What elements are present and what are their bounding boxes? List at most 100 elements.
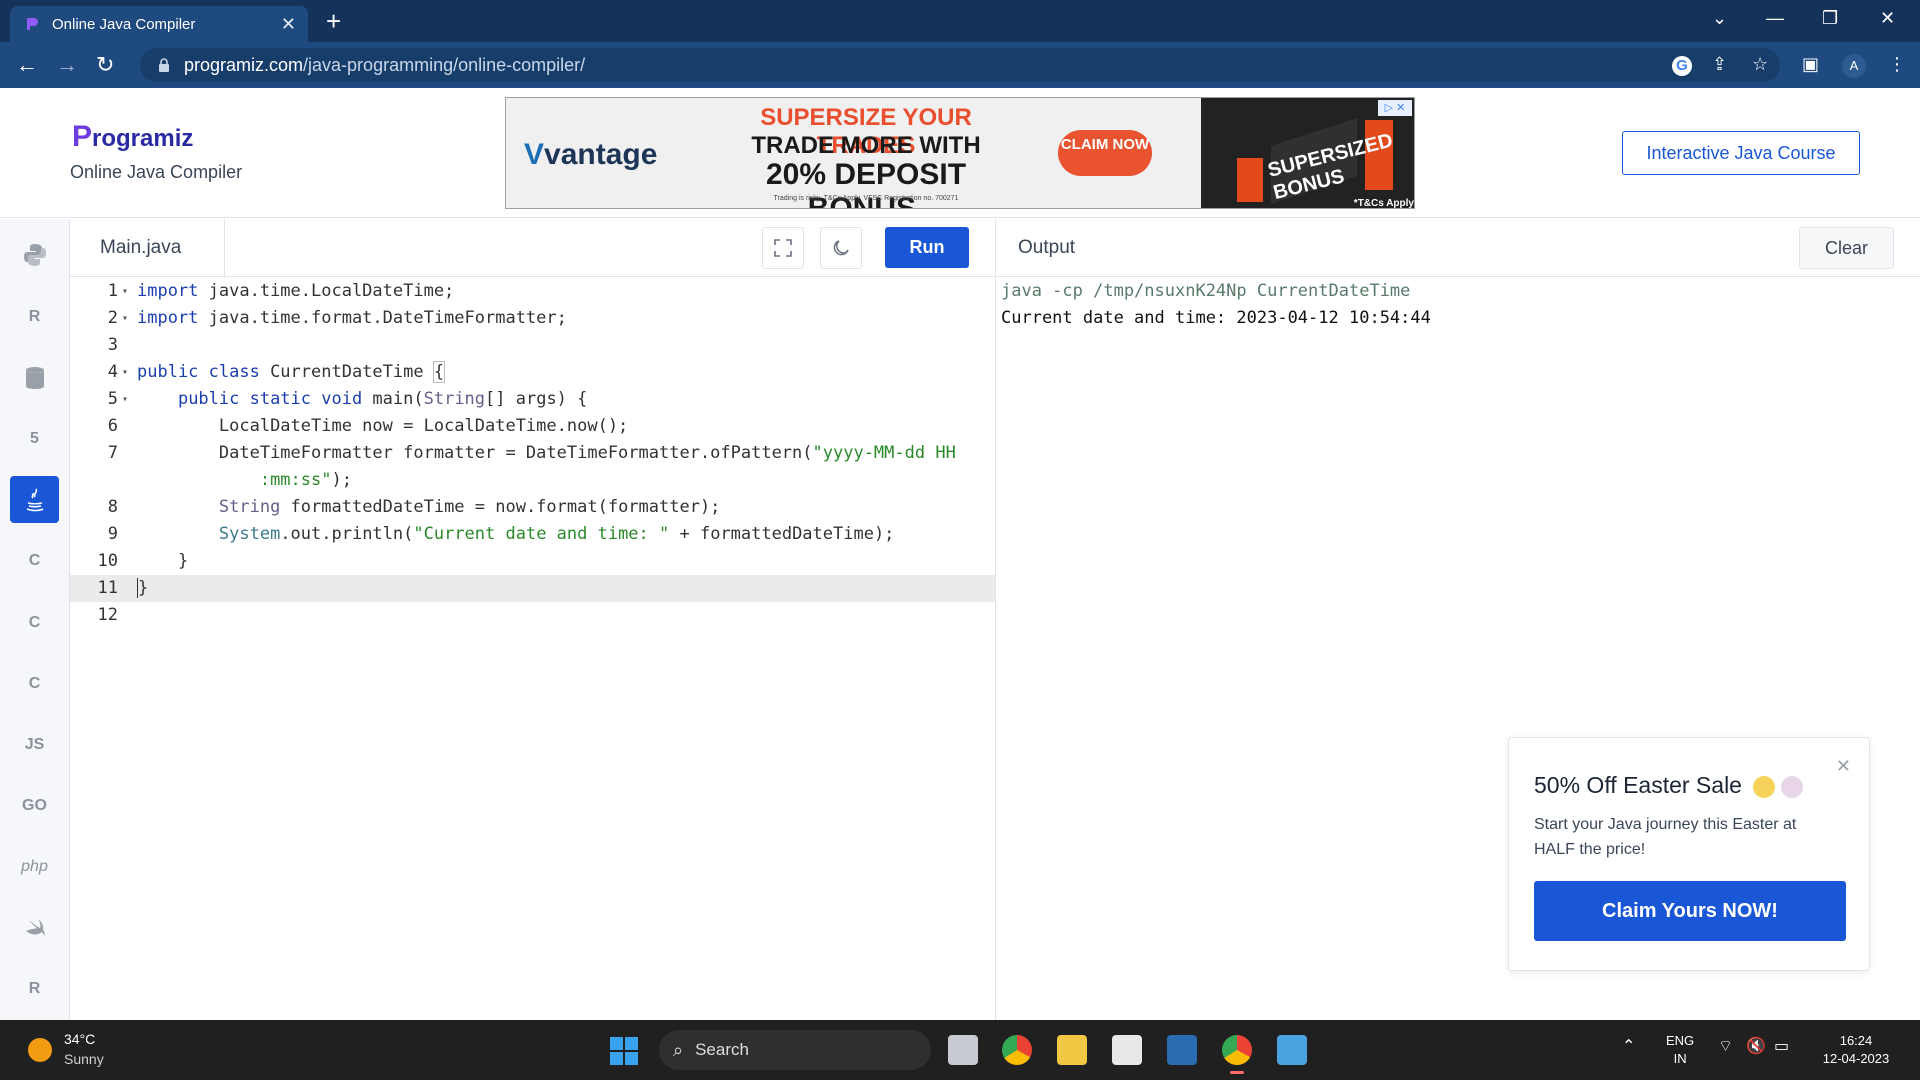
file-explorer-icon[interactable] xyxy=(1057,1035,1087,1065)
ad-claim-button[interactable]: CLAIM NOW xyxy=(1058,130,1152,176)
cpp-language-icon[interactable]: C xyxy=(10,599,59,646)
output-header: Output Clear xyxy=(995,219,1920,277)
battery-icon[interactable]: ▭ xyxy=(1774,1038,1789,1056)
bunny-icon xyxy=(1781,776,1803,798)
run-button[interactable]: Run xyxy=(885,227,969,268)
easter-sale-popup: ✕ 50% Off Easter Sale Start your Java jo… xyxy=(1508,737,1870,971)
google-icon[interactable]: G xyxy=(1672,56,1692,76)
file-tab[interactable]: Main.java xyxy=(70,219,225,277)
fullscreen-icon[interactable] xyxy=(762,227,804,269)
code-line: 6 LocalDateTime now = LocalDateTime.now(… xyxy=(107,416,629,436)
output-command: java -cp /tmp/nsuxnK24Np CurrentDateTime xyxy=(1001,281,1411,301)
swift-icon[interactable] xyxy=(10,904,59,951)
interactive-course-button[interactable]: Interactive Java Course xyxy=(1622,131,1860,175)
wifi-icon[interactable]: ⌔ xyxy=(1718,1038,1733,1056)
sun-icon[interactable] xyxy=(28,1038,52,1062)
windows-start-icon[interactable] xyxy=(610,1037,638,1065)
share-icon[interactable]: ⇪ xyxy=(1712,54,1727,75)
window-close-icon[interactable]: ✕ xyxy=(1880,8,1895,29)
code-line: 12 xyxy=(97,605,118,625)
taskbar-search-label: Search xyxy=(695,1040,749,1059)
notepad-icon[interactable] xyxy=(1277,1035,1307,1065)
browser-toolbar: ← → ↻ programiz.com/java-programming/onl… xyxy=(0,42,1920,88)
java-icon[interactable] xyxy=(10,476,59,523)
weather-condition[interactable]: Sunny xyxy=(64,1051,104,1067)
code-editor[interactable]: 1 ▾ import java.time.LocalDateTime; 2 ▾ impo… xyxy=(70,278,995,1020)
go-language-icon[interactable]: GO xyxy=(10,782,59,829)
code-line: 3 xyxy=(107,335,118,355)
ad-tcs: *T&Cs Apply xyxy=(1353,198,1414,209)
rust-language-icon[interactable]: R xyxy=(10,965,59,1012)
forward-icon[interactable]: → xyxy=(56,52,78,78)
taskbar-search[interactable]: ⌕ Search xyxy=(659,1030,931,1070)
browser-tab[interactable]: Online Java Compiler ✕ xyxy=(10,6,308,42)
dark-mode-icon[interactable] xyxy=(820,227,862,269)
back-icon[interactable]: ← xyxy=(16,52,38,78)
popup-text: Start your Java journey this Easter at H… xyxy=(1534,816,1797,858)
side-panel-icon[interactable]: ▣ xyxy=(1802,54,1819,75)
lock-icon xyxy=(159,58,169,72)
programiz-logo[interactable]: Programiz xyxy=(72,120,193,154)
output-result: Current date and time: 2023-04-12 10:54:… xyxy=(1001,308,1431,328)
weather-temperature[interactable]: 34°C xyxy=(64,1031,95,1047)
task-view-icon[interactable] xyxy=(948,1035,978,1065)
editor-header: Main.java Run xyxy=(70,219,995,277)
javascript-icon[interactable]: JS xyxy=(10,721,59,768)
popup-title: 50% Off Easter Sale xyxy=(1534,772,1742,798)
code-line-active: 11} xyxy=(70,575,995,602)
browser-menu-icon[interactable]: ⋮ xyxy=(1888,54,1906,75)
chrome-profile-icon[interactable] xyxy=(1222,1035,1252,1074)
html5-icon[interactable]: 5 xyxy=(10,415,59,462)
windows-taskbar: 34°C Sunny ⌕ Search ⌃ ENG IN ⌔ 🔇 ▭ 16:24 … xyxy=(0,1020,1920,1080)
code-line: 9 System.out.println("Current date and t… xyxy=(107,524,895,544)
language-indicator[interactable]: ENG IN xyxy=(1666,1032,1694,1068)
ad-fine-print: Trading is risky. T&Cs Apply. VFSC Regis… xyxy=(773,195,959,202)
code-line: 5 ▾ public static void main(String[] args… xyxy=(107,389,588,409)
ad-banner[interactable]: Vvantage SUPERSIZE YOUR TRADES TRADE MOR… xyxy=(505,97,1415,209)
code-line: 8 String formattedDateTime = now.format(… xyxy=(107,497,721,517)
ad-brand: Vvantage xyxy=(524,138,658,171)
search-icon: ⌕ xyxy=(673,1039,684,1060)
chrome-icon[interactable] xyxy=(1002,1035,1032,1065)
code-line: 4 ▾ public class CurrentDateTime { xyxy=(107,361,446,383)
editor-app-icon[interactable] xyxy=(1112,1035,1142,1065)
reload-icon[interactable]: ↻ xyxy=(96,52,114,78)
page-subtitle: Online Java Compiler xyxy=(70,162,243,182)
address-bar[interactable]: programiz.com/java-programming/online-co… xyxy=(140,48,1780,82)
code-line: 7 DateTimeFormatter formatter = DateTime… xyxy=(107,443,956,463)
new-tab-icon[interactable]: + xyxy=(326,6,341,36)
tab-title: Online Java Compiler xyxy=(52,15,196,33)
url-domain: programiz.com xyxy=(184,54,304,75)
r-language-icon[interactable]: R xyxy=(10,293,59,340)
restore-icon[interactable]: ❐ xyxy=(1822,8,1838,29)
bookmark-star-icon[interactable]: ☆ xyxy=(1752,54,1768,75)
minimize-icon[interactable]: — xyxy=(1766,8,1784,29)
php-icon[interactable]: php xyxy=(10,843,59,890)
python-icon[interactable] xyxy=(10,231,59,278)
output-title: Output xyxy=(1018,237,1076,258)
tab-search-icon[interactable]: ⌄ xyxy=(1712,8,1727,29)
code-line: 10 } xyxy=(97,551,189,571)
page-header: Programiz Online Java Compiler Vvantage … xyxy=(0,88,1920,218)
tab-close-icon[interactable]: ✕ xyxy=(281,14,296,35)
volume-muted-icon[interactable]: 🔇 xyxy=(1746,1038,1766,1056)
clock-time: 16:24 xyxy=(1839,1033,1873,1048)
url-path: /java-programming/online-compiler/ xyxy=(303,54,586,75)
programiz-favicon-icon xyxy=(27,18,38,30)
clear-button[interactable]: Clear xyxy=(1799,227,1894,269)
ad-artwork: SUPERSIZED BONUS ▷ ✕ *T&Cs Apply xyxy=(1201,98,1414,209)
ad-line-2: TRADE MORE WITH xyxy=(751,132,981,159)
code-line: 2 ▾ import java.time.format.DateTimeFormat… xyxy=(107,308,567,328)
code-line: 1 ▾ import java.time.LocalDateTime; xyxy=(107,281,455,301)
profile-avatar[interactable]: A xyxy=(1842,54,1866,78)
sql-database-icon[interactable] xyxy=(10,354,59,401)
tray-expand-icon[interactable]: ⌃ xyxy=(1622,1038,1635,1056)
ad-close-icon[interactable]: ▷ ✕ xyxy=(1378,100,1412,116)
csharp-language-icon[interactable]: C xyxy=(10,660,59,707)
browser-tab-bar: Online Java Compiler ✕ + ⌄ — ❐ ✕ xyxy=(0,0,1920,42)
popup-close-icon[interactable]: ✕ xyxy=(1836,756,1851,777)
claim-offer-button[interactable]: Claim Yours NOW! xyxy=(1534,881,1846,941)
store-app-icon[interactable] xyxy=(1167,1035,1197,1065)
clock[interactable]: 16:24 12-04-2023 xyxy=(1816,1032,1896,1068)
c-language-icon[interactable]: C xyxy=(10,537,59,584)
